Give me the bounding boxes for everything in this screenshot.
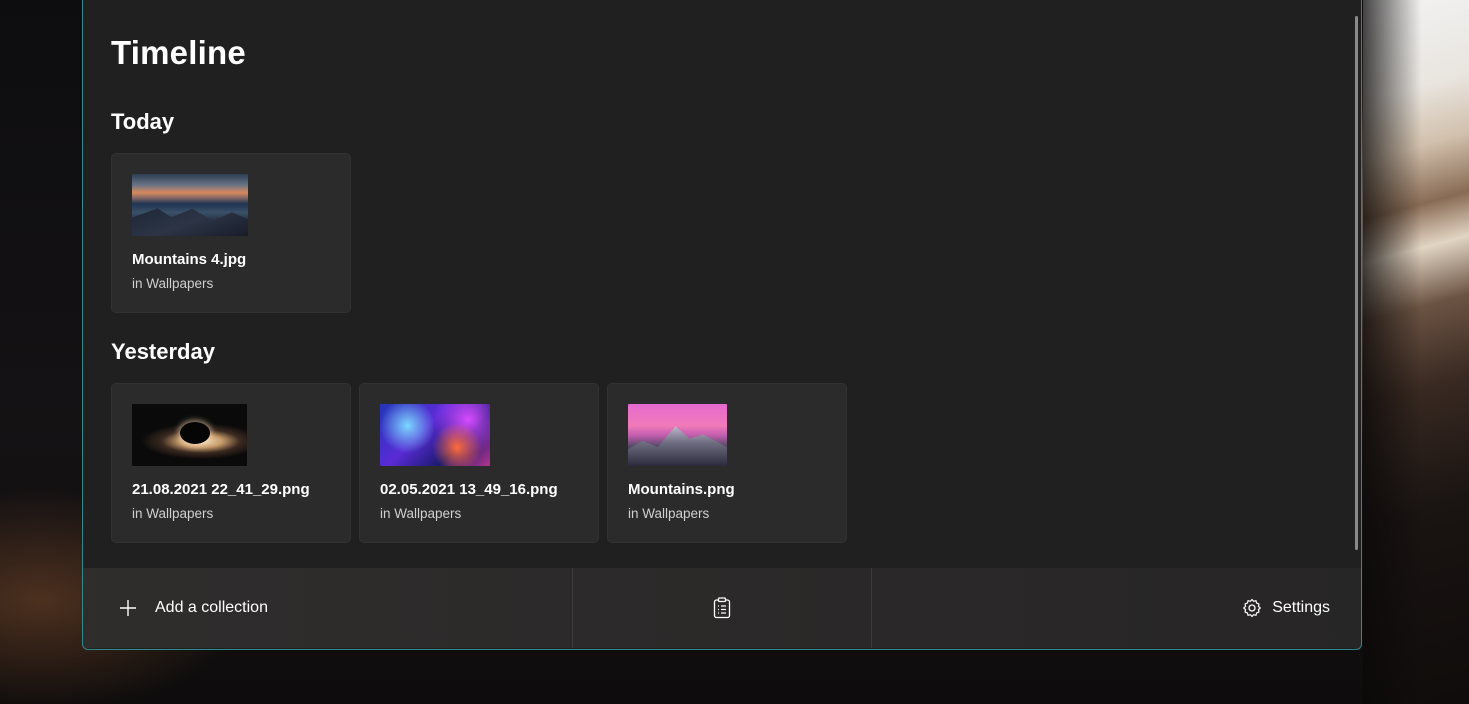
footer-bar: Add a collection Settings	[83, 568, 1361, 648]
app-window: Timeline Today Mountains 4.jpg in Wallpa…	[82, 0, 1362, 650]
section-title-today: Today	[111, 109, 175, 134]
vertical-scrollbar[interactable]	[1355, 16, 1358, 550]
file-card[interactable]: 02.05.2021 13_49_16.png in Wallpapers	[359, 383, 599, 543]
thumbnail-image	[380, 404, 490, 466]
file-name: Mountains.png	[628, 481, 735, 498]
clipboard-icon	[712, 597, 732, 619]
thumbnail-image	[132, 174, 248, 236]
settings-button[interactable]: Settings	[872, 568, 1361, 648]
file-name: 21.08.2021 22_41_29.png	[132, 481, 310, 498]
thumbnail-image	[628, 404, 727, 466]
plus-icon	[119, 599, 137, 617]
file-location: in Wallpapers	[132, 276, 214, 291]
yesterday-card-list: 21.08.2021 22_41_29.png in Wallpapers 02…	[111, 383, 847, 543]
page-title: Timeline	[111, 34, 246, 71]
file-name: 02.05.2021 13_49_16.png	[380, 481, 558, 498]
today-card-list: Mountains 4.jpg in Wallpapers	[111, 153, 351, 313]
file-location: in Wallpapers	[132, 506, 214, 521]
file-location: in Wallpapers	[380, 506, 462, 521]
gear-icon	[1242, 598, 1262, 618]
clipboard-button[interactable]	[573, 568, 872, 648]
file-name: Mountains 4.jpg	[132, 251, 247, 268]
file-card[interactable]: 21.08.2021 22_41_29.png in Wallpapers	[111, 383, 351, 543]
file-card[interactable]: Mountains.png in Wallpapers	[607, 383, 847, 543]
section-title-yesterday: Yesterday	[111, 339, 215, 364]
file-location: in Wallpapers	[628, 506, 710, 521]
file-card[interactable]: Mountains 4.jpg in Wallpapers	[111, 153, 351, 313]
timeline-content: Timeline Today Mountains 4.jpg in Wallpa…	[83, 0, 1361, 570]
thumbnail-image	[132, 404, 247, 466]
add-collection-label: Add a collection	[155, 599, 268, 616]
add-collection-button[interactable]: Add a collection	[83, 568, 573, 648]
settings-label: Settings	[1272, 599, 1330, 616]
